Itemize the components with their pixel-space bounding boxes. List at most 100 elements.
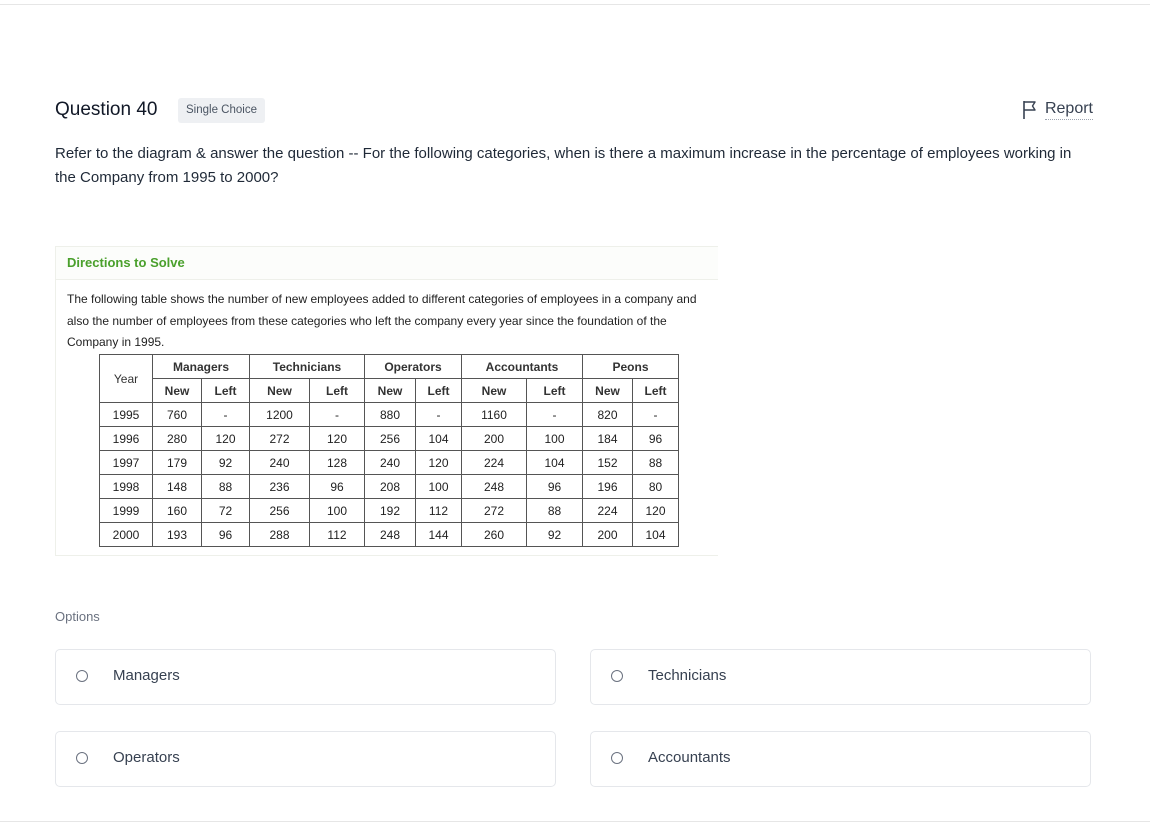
year-cell: 1999 — [99, 498, 153, 523]
table-cell: - — [309, 402, 365, 427]
sub-header-left: Left — [309, 378, 365, 403]
table-cell: 240 — [364, 450, 416, 475]
table-cell: 760 — [152, 402, 202, 427]
table-cell: 200 — [582, 522, 633, 547]
report-button[interactable]: Report — [1022, 100, 1093, 120]
table-cell: 236 — [249, 474, 310, 499]
table-cell: 88 — [201, 474, 250, 499]
radio-icon[interactable] — [76, 670, 88, 682]
question-text: Refer to the diagram & answer the questi… — [55, 145, 1072, 186]
table-cell: 100 — [415, 474, 462, 499]
table-cell: 88 — [632, 450, 679, 475]
table-row: 1996 280 120 272 120 256 104 200 100 184 96 — [99, 426, 679, 451]
table-cell: 96 — [309, 474, 365, 499]
table-cell: 104 — [632, 522, 679, 547]
table-cell: 248 — [364, 522, 416, 547]
question-title: Question 40 — [55, 99, 158, 120]
table-cell: - — [632, 402, 679, 427]
table-cell: 120 — [632, 498, 679, 523]
table-cell: 100 — [526, 426, 583, 451]
table-row: 1995 760-1200-880-1160-820- — [99, 402, 679, 427]
options-label: Options — [55, 609, 100, 624]
table-cell: 160 — [152, 498, 202, 523]
option-managers[interactable]: Managers — [55, 649, 556, 705]
table-cell: 120 — [309, 426, 365, 451]
table-cell: 208 — [364, 474, 416, 499]
option-label: Technicians — [648, 667, 727, 684]
table-cell: 224 — [461, 450, 527, 475]
table-cell: 120 — [415, 450, 462, 475]
category-header: Peons — [582, 354, 679, 379]
table-cell: 272 — [249, 426, 310, 451]
table-subheader-row: New Left New Left New Left New Left New … — [100, 378, 679, 403]
option-label: Managers — [113, 667, 180, 684]
sub-header-new: New — [461, 378, 527, 403]
table-cell: 96 — [526, 474, 583, 499]
year-cell: 2000 — [99, 522, 153, 547]
table-row: 1997 179 92 240 128 240 120 224 104 152 88 — [99, 450, 679, 475]
table-cell: 120 — [201, 426, 250, 451]
table-cell: 1160 — [461, 402, 527, 427]
table-cell: 820 — [582, 402, 633, 427]
table-cell: 88 — [526, 498, 583, 523]
sub-header-new: New — [152, 378, 202, 403]
table-row: 2000 193 96 288 112 248 144 260 92 200 104 — [99, 522, 679, 547]
category-header: Operators — [364, 354, 462, 379]
table-cell: 1200 — [249, 402, 310, 427]
table-cell: 92 — [201, 450, 250, 475]
table-cell: 100 — [309, 498, 365, 523]
table-cell: 112 — [309, 522, 365, 547]
table-cell: 80 — [632, 474, 679, 499]
table-cell: 280 — [152, 426, 202, 451]
table-cell: - — [526, 402, 583, 427]
category-header: Managers — [152, 354, 250, 379]
question-header: Question 40 Single Choice Report — [55, 96, 1093, 126]
year-cell: 1995 — [99, 402, 153, 427]
table-cell: 260 — [461, 522, 527, 547]
top-divider — [0, 4, 1150, 5]
option-technicians[interactable]: Technicians — [590, 649, 1091, 705]
directions-text: The following table shows the number of … — [67, 292, 697, 349]
year-cell: 1996 — [99, 426, 153, 451]
table-cell: 128 — [309, 450, 365, 475]
bottom-divider — [0, 821, 1150, 822]
table-cell: 200 — [461, 426, 527, 451]
report-label: Report — [1044, 100, 1093, 120]
table-cell: 248 — [461, 474, 527, 499]
table-cell: 112 — [415, 498, 462, 523]
sub-header-left: Left — [632, 378, 679, 403]
radio-icon[interactable] — [611, 752, 623, 764]
sub-header-new: New — [582, 378, 633, 403]
directions-panel: Directions to Solve The following table … — [55, 246, 718, 556]
question-type-badge: Single Choice — [178, 98, 265, 123]
employee-table: Year Managers Technicians Operators Acco… — [99, 354, 679, 547]
table-row: 1999 160 72 256 100 192 112 272 88 224 120 — [99, 498, 679, 523]
table-cell: - — [415, 402, 462, 427]
table-cell: 288 — [249, 522, 310, 547]
category-header: Technicians — [249, 354, 365, 379]
sub-header-left: Left — [201, 378, 250, 403]
table-cell: 72 — [201, 498, 250, 523]
table-cell: 192 — [364, 498, 416, 523]
table-header-row: Year Managers Technicians Operators Acco… — [99, 354, 679, 403]
year-header: Year — [99, 354, 153, 403]
option-label: Accountants — [648, 749, 731, 766]
option-accountants[interactable]: Accountants — [590, 731, 1091, 787]
radio-icon[interactable] — [76, 752, 88, 764]
directions-heading: Directions to Solve — [56, 247, 718, 280]
year-cell: 1997 — [99, 450, 153, 475]
table-cell: 880 — [364, 402, 416, 427]
option-operators[interactable]: Operators — [55, 731, 556, 787]
sub-header-new: New — [249, 378, 310, 403]
sub-header-left: Left — [415, 378, 462, 403]
table-cell: 152 — [582, 450, 633, 475]
table-cell: 184 — [582, 426, 633, 451]
table-cell: 193 — [152, 522, 202, 547]
table-cell: 272 — [461, 498, 527, 523]
table-cell: 179 — [152, 450, 202, 475]
table-cell: 148 — [152, 474, 202, 499]
radio-icon[interactable] — [611, 670, 623, 682]
table-cell: 104 — [415, 426, 462, 451]
year-cell: 1998 — [99, 474, 153, 499]
option-label: Operators — [113, 749, 180, 766]
